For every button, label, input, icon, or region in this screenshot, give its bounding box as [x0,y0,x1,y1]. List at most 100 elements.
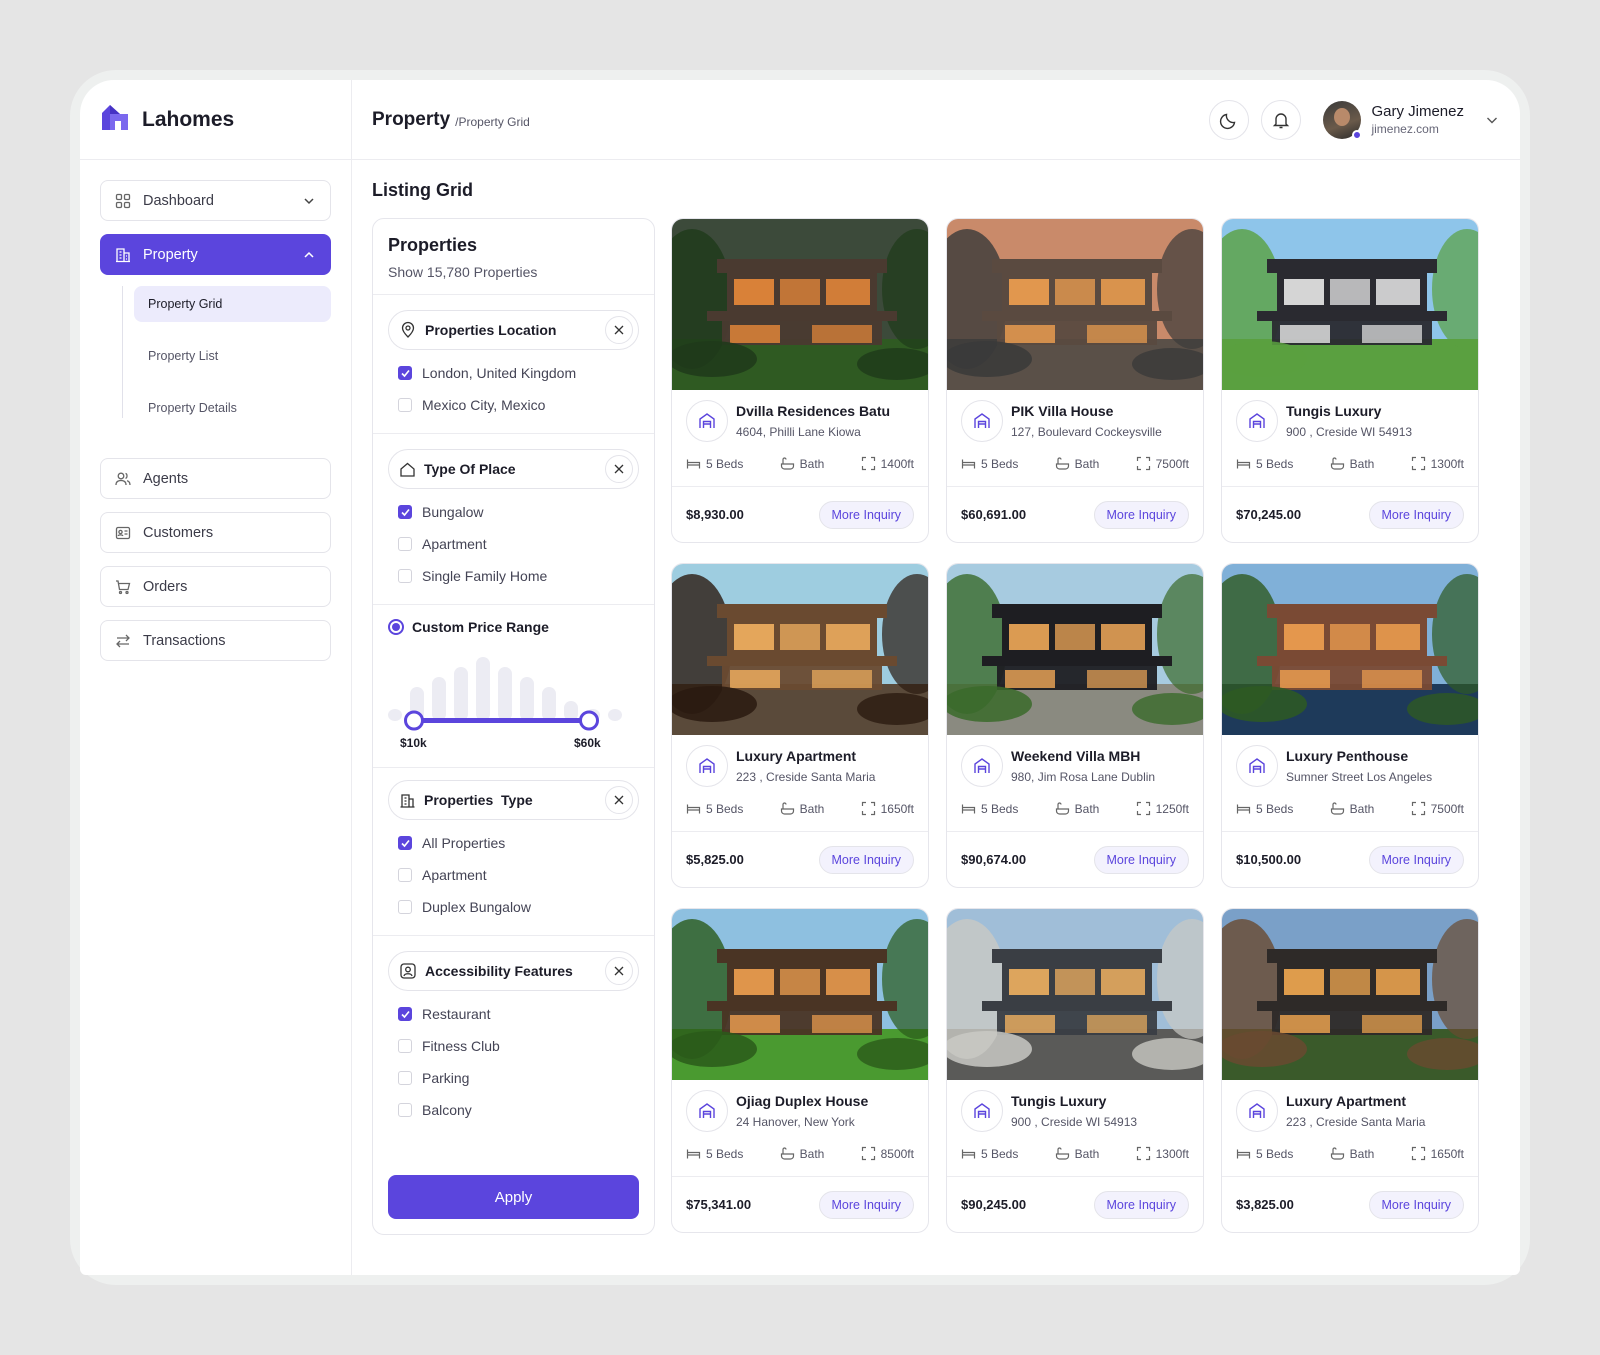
property-name[interactable]: Luxury Apartment [736,748,875,764]
checkbox[interactable] [398,1071,412,1085]
area-size: 1650ft [1430,1146,1464,1161]
property-name[interactable]: Tungis Luxury [1011,1093,1137,1109]
location-filter-pill[interactable]: Properties Location [388,310,639,350]
sidebar-item-dashboard[interactable]: Dashboard [100,180,331,221]
property-photo[interactable] [947,909,1203,1080]
grid-icon [115,193,131,208]
checkbox[interactable] [398,1103,412,1117]
property-name[interactable]: Weekend Villa MBH [1011,748,1155,764]
clear-property-type-button[interactable] [605,786,633,814]
filter-option[interactable]: Fitness Club [388,1030,639,1062]
property-address: 900 , Creside WI 54913 [1011,1115,1138,1129]
house-icon [961,745,1003,787]
property-photo[interactable] [672,219,928,390]
more-inquiry-button[interactable]: More Inquiry [1093,845,1189,874]
checkbox-checked[interactable] [398,366,412,380]
user-name: Gary Jimenez [1371,103,1464,120]
filter-option[interactable]: Parking [388,1062,639,1094]
sidebar-item-property[interactable]: Property [100,234,331,275]
more-inquiry-button[interactable]: More Inquiry [818,845,914,874]
place-filter-pill[interactable]: Type Of Place [388,449,639,489]
property-card[interactable]: Ojiag Duplex House 24 Hanover, New York … [671,908,929,1233]
filter-option[interactable]: Bungalow [388,496,639,528]
more-inquiry-button[interactable]: More Inquiry [818,1190,914,1219]
filter-option[interactable]: Duplex Bungalow [388,891,639,923]
id-card-icon [115,526,131,539]
checkbox[interactable] [398,398,412,412]
filter-option[interactable]: Apartment [388,859,639,891]
property-card[interactable]: Weekend Villa MBH 980, Jim Rosa Lane Dub… [946,563,1204,888]
property-name[interactable]: Dvilla Residences Batu [736,403,890,419]
notifications-button[interactable] [1261,99,1302,140]
subnav-item-property-list[interactable]: Property List [134,338,331,374]
card-footer: $5,825.00 More Inquiry [672,832,928,887]
online-status-dot [1352,129,1363,140]
user-menu[interactable]: Gary Jimenez jimenez.com [1323,100,1500,140]
property-photo[interactable] [1222,219,1478,390]
checkbox[interactable] [398,1039,412,1053]
subnav-item-property-details[interactable]: Property Details [134,390,331,426]
property-card[interactable]: Luxury Penthouse Sumner Street Los Angel… [1221,563,1479,888]
more-inquiry-button[interactable]: More Inquiry [818,500,914,529]
property-name[interactable]: Luxury Apartment [1286,1093,1425,1109]
price-range-slider[interactable]: $10k $60k [388,649,639,759]
property-name[interactable]: PIK Villa House [1011,403,1162,419]
sidebar-item-transactions[interactable]: Transactions [100,620,331,661]
more-inquiry-button[interactable]: More Inquiry [1368,500,1464,529]
property-card[interactable]: Luxury Apartment 223 , Creside Santa Mar… [671,563,929,888]
property-photo[interactable] [947,564,1203,735]
sidebar-item-agents[interactable]: Agents [100,458,331,499]
property-photo[interactable] [1222,909,1478,1080]
breadcrumb[interactable]: /Property Grid [455,115,530,129]
filter-option[interactable]: Balcony [388,1094,639,1126]
property-card[interactable]: Dvilla Residences Batu 4604, Philli Lane… [671,218,929,543]
dark-mode-button[interactable] [1209,99,1250,140]
property-type-filter-pill[interactable]: Properties Type [388,780,639,820]
property-photo[interactable] [1222,564,1478,735]
property-card[interactable]: PIK Villa House 127, Boulevard Cockeysvi… [946,218,1204,543]
sidebar-item-customers[interactable]: Customers [100,512,331,553]
place-options: Bungalow Apartment Single Family Home [388,496,639,592]
checkbox[interactable] [398,569,412,583]
property-card[interactable]: Tungis Luxury 900 , Creside WI 54913 5 B… [1221,218,1479,543]
filter-option[interactable]: Single Family Home [388,560,639,592]
property-photo[interactable] [672,564,928,735]
card-body: Luxury Penthouse Sumner Street Los Angel… [1222,735,1478,832]
filter-option[interactable]: Restaurant [388,998,639,1030]
more-inquiry-button[interactable]: More Inquiry [1368,1190,1464,1219]
subnav-line [122,286,123,418]
checkbox[interactable] [398,868,412,882]
filter-option[interactable]: London, United Kingdom [388,357,639,389]
property-name[interactable]: Ojiag Duplex House [736,1093,868,1109]
more-inquiry-button[interactable]: More Inquiry [1093,1190,1189,1219]
more-inquiry-button[interactable]: More Inquiry [1368,845,1464,874]
property-photo[interactable] [672,909,928,1080]
clear-accessibility-button[interactable] [605,957,633,985]
checkbox[interactable] [398,537,412,551]
property-name[interactable]: Luxury Penthouse [1286,748,1432,764]
custom-price-radio[interactable]: Custom Price Range [388,619,639,635]
property-card[interactable]: Luxury Apartment 223 , Creside Santa Mar… [1221,908,1479,1233]
more-inquiry-button[interactable]: More Inquiry [1093,500,1189,529]
card-body: Luxury Apartment 223 , Creside Santa Mar… [1222,1080,1478,1177]
property-card[interactable]: Tungis Luxury 900 , Creside WI 54913 5 B… [946,908,1204,1233]
clear-location-button[interactable] [605,316,633,344]
sidebar-item-label: Dashboard [143,192,214,209]
checkbox-checked[interactable] [398,505,412,519]
property-photo[interactable] [947,219,1203,390]
clear-place-button[interactable] [605,455,633,483]
property-name[interactable]: Tungis Luxury [1286,403,1412,419]
apply-button[interactable]: Apply [388,1175,639,1219]
area-info: 1250ft [1136,801,1189,816]
checkbox-checked[interactable] [398,836,412,850]
filter-option[interactable]: Mexico City, Mexico [388,389,639,421]
checkbox[interactable] [398,900,412,914]
checkbox-checked[interactable] [398,1007,412,1021]
filter-option[interactable]: Apartment [388,528,639,560]
bed-icon [1236,804,1251,814]
filter-option[interactable]: All Properties [388,827,639,859]
accessibility-filter-pill[interactable]: Accessibility Features [388,951,639,991]
subnav-item-property-grid[interactable]: Property Grid [134,286,331,322]
card-footer: $75,341.00 More Inquiry [672,1177,928,1232]
sidebar-item-orders[interactable]: Orders [100,566,331,607]
